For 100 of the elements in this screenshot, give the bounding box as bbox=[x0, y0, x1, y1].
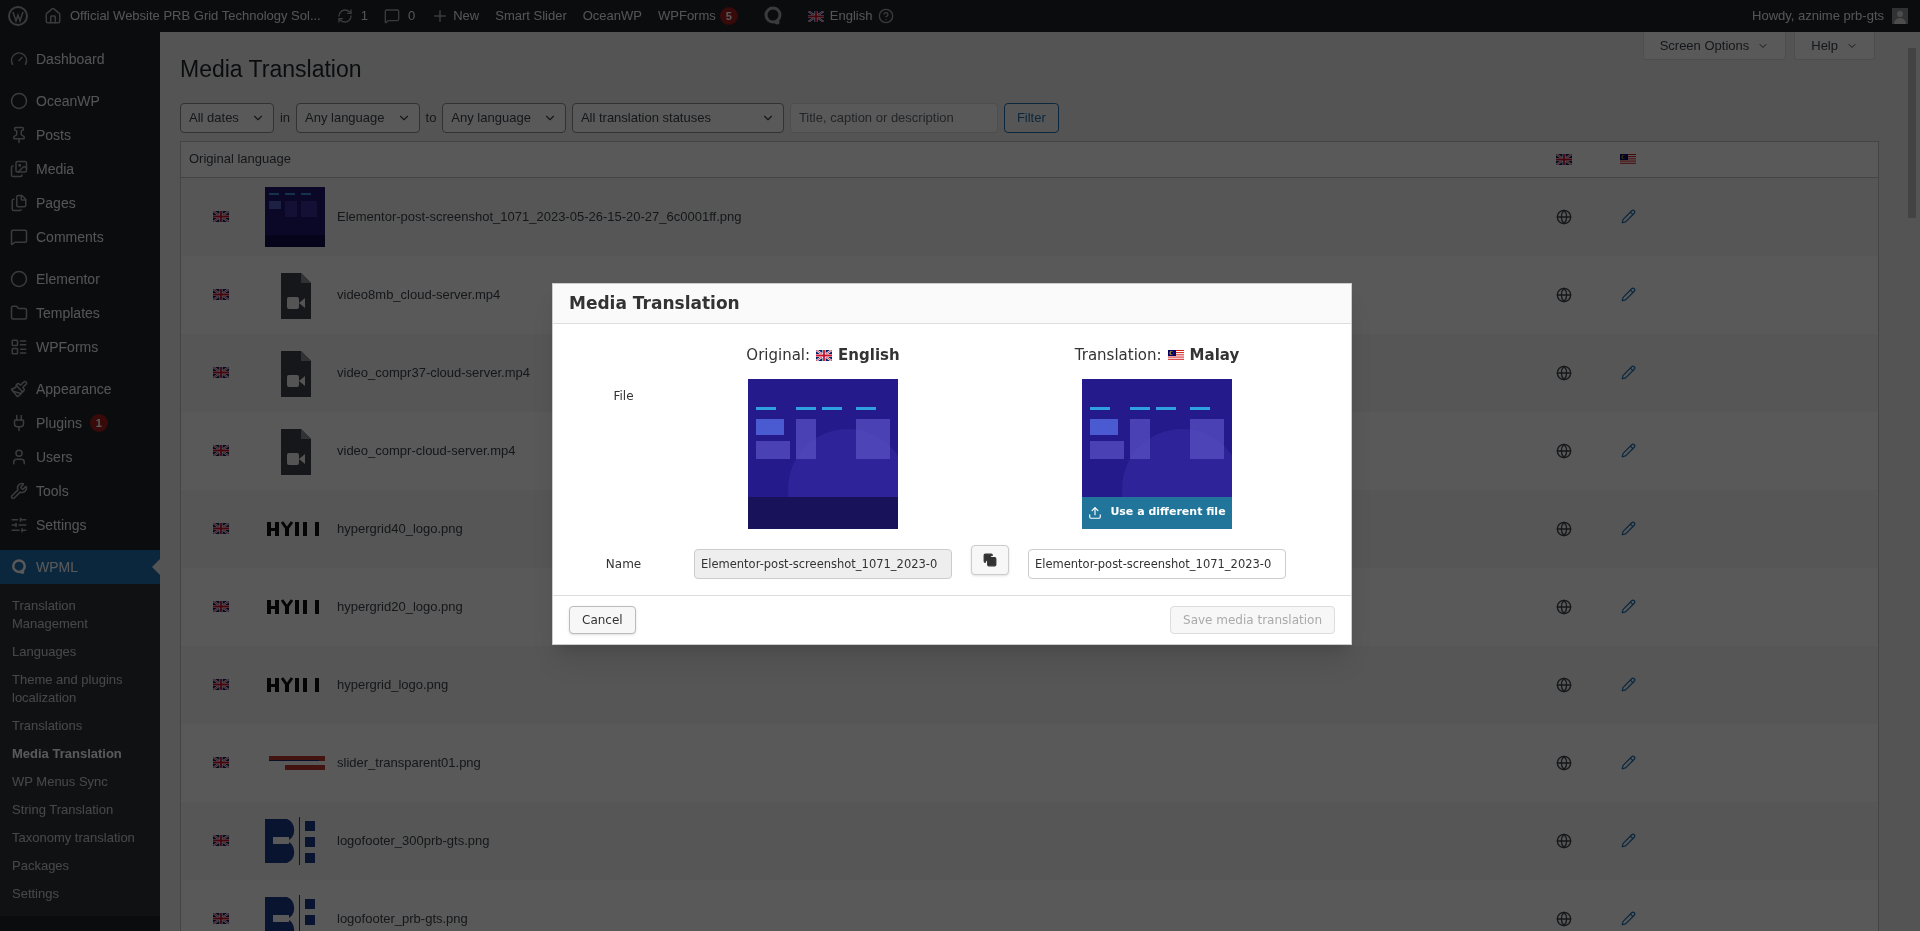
sidebar-item[interactable]: Elementor bbox=[0, 262, 160, 296]
file-label: File bbox=[613, 387, 634, 405]
pencil-icon[interactable] bbox=[1620, 599, 1636, 614]
sidebar-item[interactable]: Media bbox=[0, 152, 160, 186]
wpforms-label: WPForms bbox=[658, 7, 716, 26]
sidebar-label: WPML bbox=[36, 557, 78, 577]
sidebar-item-current[interactable]: WPML bbox=[0, 550, 160, 584]
sidebar-label: Comments bbox=[36, 227, 104, 247]
page-title: Media Translation bbox=[180, 55, 363, 84]
screen-meta-button[interactable]: Screen Options bbox=[1642, 32, 1787, 60]
uk-flag-icon bbox=[213, 757, 229, 768]
sidebar-item[interactable]: Users bbox=[0, 440, 160, 474]
target-language-dropdown[interactable]: Any language bbox=[442, 102, 566, 133]
sidebar-label: Media bbox=[36, 159, 75, 179]
uk-flag-icon bbox=[213, 367, 229, 378]
dialog-title: Media Translation bbox=[569, 291, 740, 315]
sidebar-item[interactable]: Settings bbox=[0, 508, 160, 542]
pencil-icon[interactable] bbox=[1620, 833, 1636, 848]
sidebar-label: Appearance bbox=[36, 379, 112, 399]
updates-link[interactable]: 1 bbox=[336, 6, 368, 26]
file-name: logofooter_prb-gts.png bbox=[337, 910, 468, 926]
globe-icon[interactable] bbox=[1556, 364, 1572, 381]
new-label: New bbox=[453, 7, 480, 26]
admin-bar-link[interactable]: Smart Slider bbox=[495, 6, 567, 26]
comments-count: 0 bbox=[407, 7, 416, 26]
pencil-icon[interactable] bbox=[1620, 287, 1636, 302]
globe-icon[interactable] bbox=[1556, 910, 1572, 927]
uk-flag-icon bbox=[807, 10, 824, 22]
to-label: to bbox=[425, 108, 437, 127]
updates-count: 1 bbox=[360, 7, 368, 26]
globe-icon[interactable] bbox=[1556, 598, 1572, 615]
status-dropdown[interactable]: All translation statuses bbox=[571, 102, 784, 133]
pencil-icon[interactable] bbox=[1620, 521, 1636, 536]
speech-bubble-icon bbox=[10, 228, 28, 246]
pencil-icon[interactable] bbox=[1620, 443, 1636, 458]
globe-icon[interactable] bbox=[1556, 754, 1572, 771]
filter-button[interactable]: Filter bbox=[1003, 102, 1059, 133]
notification-badge: 1 bbox=[89, 414, 108, 432]
file-name: Elementor-post-screenshot_1071_2023-05-26-15-20-27_6c0001ff.png bbox=[337, 208, 742, 224]
refresh-icon bbox=[336, 8, 353, 24]
current-pointer-icon bbox=[152, 559, 160, 575]
sidebar-item[interactable]: Posts bbox=[0, 118, 160, 152]
admin-bar-link[interactable]: OceanWP bbox=[582, 6, 642, 26]
globe-icon[interactable] bbox=[1556, 832, 1572, 849]
globe-icon[interactable] bbox=[1556, 676, 1572, 693]
copy-icon bbox=[983, 552, 997, 567]
sidebar-label: Elementor bbox=[36, 269, 100, 289]
circle-icon bbox=[10, 270, 28, 288]
in-label: in bbox=[279, 108, 290, 127]
upload-button[interactable]: Use a different file bbox=[1082, 496, 1232, 529]
sidebar-item[interactable]: Templates bbox=[0, 296, 160, 330]
sidebar-item[interactable]: Plugins 1 bbox=[0, 406, 160, 440]
avatar-icon bbox=[1892, 8, 1908, 24]
language-label: English bbox=[829, 7, 873, 26]
wrench-icon bbox=[10, 482, 28, 500]
pencil-icon[interactable] bbox=[1620, 911, 1636, 926]
globe-icon[interactable] bbox=[1556, 208, 1572, 225]
brush-icon bbox=[10, 380, 28, 398]
wpforms-link[interactable]: WPForms 5 bbox=[658, 6, 738, 26]
sidebar-item[interactable]: WPForms bbox=[0, 330, 160, 364]
sidebar-label: OceanWP bbox=[36, 91, 100, 111]
new-link[interactable]: New bbox=[431, 6, 480, 26]
sliders-icon bbox=[10, 516, 28, 534]
original-name-field[interactable]: Elementor-post-screenshot_1071_2023-0 bbox=[694, 548, 952, 579]
pin-icon bbox=[10, 126, 28, 144]
pages-icon bbox=[10, 194, 28, 212]
sidebar-item[interactable]: Appearance bbox=[0, 372, 160, 406]
file-name: video8mb_cloud-server.mp4 bbox=[337, 286, 501, 302]
pencil-icon[interactable] bbox=[1620, 365, 1636, 380]
copy-button[interactable] bbox=[971, 544, 1009, 575]
sidebar-item[interactable]: Dashboard bbox=[0, 42, 160, 76]
sidebar-label: WPForms bbox=[36, 337, 99, 357]
cancel-button[interactable]: Cancel bbox=[569, 605, 636, 634]
source-language-dropdown[interactable]: Any language bbox=[296, 102, 420, 133]
account-link[interactable]: Howdy, aznime prb-gts bbox=[1752, 6, 1912, 26]
file-name: hypergrid_logo.png bbox=[337, 676, 449, 692]
comments-link[interactable]: 0 bbox=[383, 6, 416, 26]
submenu-item[interactable]: Media Translation bbox=[0, 740, 160, 768]
language-switcher[interactable]: English bbox=[807, 6, 895, 26]
sidebar-item[interactable]: OceanWP bbox=[0, 84, 160, 118]
uk-flag-icon bbox=[816, 349, 833, 361]
translated-name-field[interactable]: Elementor-post-screenshot_1071_2023-0 bbox=[1028, 548, 1286, 579]
home-icon bbox=[44, 7, 62, 25]
dates-dropdown[interactable]: All dates bbox=[180, 102, 274, 133]
uk-flag-icon bbox=[213, 523, 229, 534]
screen-meta-button[interactable]: Help bbox=[1794, 32, 1875, 60]
help-icon bbox=[878, 8, 895, 24]
pencil-icon[interactable] bbox=[1620, 755, 1636, 770]
sidebar-item[interactable]: Pages bbox=[0, 186, 160, 220]
globe-icon[interactable] bbox=[1556, 442, 1572, 459]
pencil-icon[interactable] bbox=[1620, 209, 1636, 224]
column-header: Original language bbox=[189, 150, 292, 169]
globe-icon[interactable] bbox=[1556, 520, 1572, 537]
sidebar-item[interactable]: Comments bbox=[0, 220, 160, 254]
howdy-text: Howdy, aznime prb-gts bbox=[1752, 7, 1884, 26]
pencil-icon[interactable] bbox=[1620, 677, 1636, 692]
wordpress-logo-icon[interactable] bbox=[8, 6, 28, 26]
sidebar-item[interactable]: Tools bbox=[0, 474, 160, 508]
globe-icon[interactable] bbox=[1556, 286, 1572, 303]
file-name: video_compr37-cloud-server.mp4 bbox=[337, 364, 530, 380]
